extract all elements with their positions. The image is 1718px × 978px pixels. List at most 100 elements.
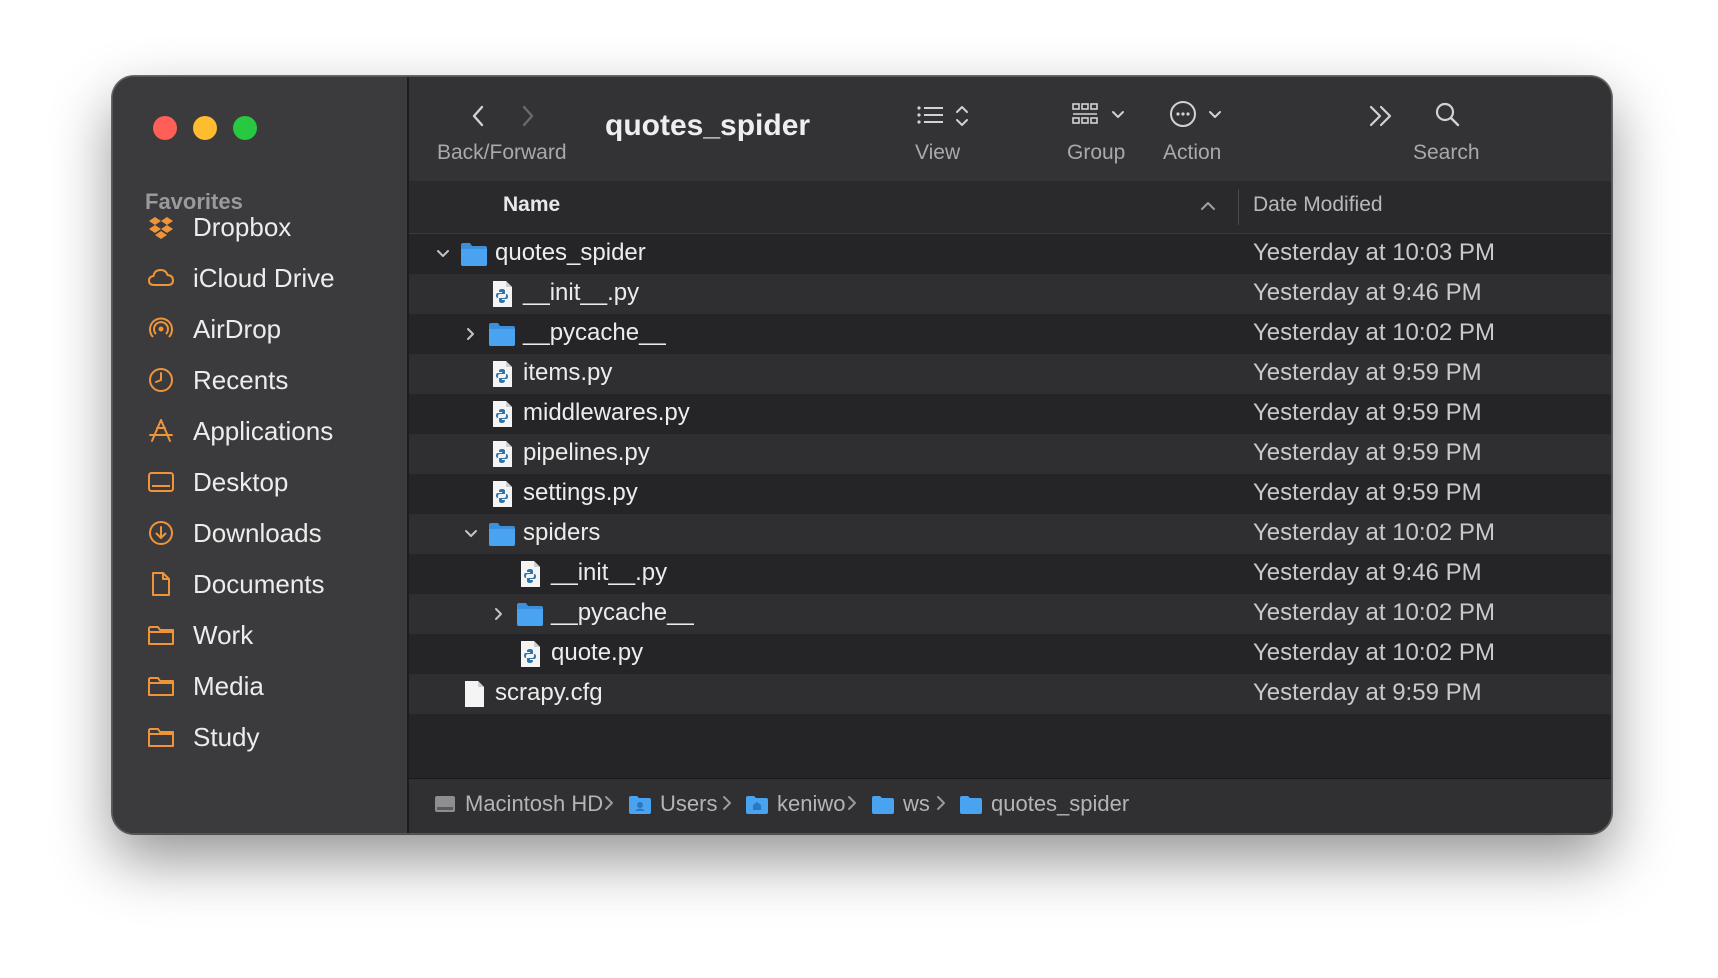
file-row[interactable]: quotes_spider Yesterday at 10:03 PM — [409, 234, 1611, 274]
sidebar-item-airdrop[interactable]: AirDrop — [113, 305, 407, 353]
minimize-button[interactable] — [193, 116, 217, 140]
sidebar-item-icloud-drive[interactable]: iCloud Drive — [113, 254, 407, 302]
action-label: Action — [1163, 141, 1222, 164]
file-name: __init__.py — [551, 559, 668, 586]
sort-ascending-icon — [1201, 202, 1215, 210]
file-name: spiders — [523, 519, 601, 546]
document-icon — [152, 572, 170, 596]
folder-icon — [148, 677, 174, 696]
back-forward-label: Back/Forward — [437, 141, 567, 164]
close-button[interactable] — [153, 116, 177, 140]
breadcrumb-item[interactable]: quotes_spider — [959, 791, 1129, 817]
file-date-modified: Yesterday at 9:59 PM — [1253, 479, 1482, 506]
sidebar-item-dropbox[interactable]: Dropbox — [113, 203, 407, 251]
chevron-right-icon[interactable] — [463, 326, 479, 342]
breadcrumb-label: Macintosh HD — [465, 791, 604, 816]
file-date-modified: Yesterday at 9:46 PM — [1253, 559, 1482, 586]
date-modified-column-header[interactable]: Date Modified — [1253, 193, 1383, 217]
list-view-icon[interactable] — [915, 103, 975, 131]
file-name: scrapy.cfg — [495, 679, 603, 706]
sidebar-item-label: Applications — [193, 416, 334, 446]
python-file-icon — [493, 401, 512, 427]
file-row[interactable]: settings.py Yesterday at 9:59 PM — [409, 474, 1611, 514]
sidebar-item-recents[interactable]: Recents — [113, 356, 407, 404]
back-button[interactable] — [469, 103, 489, 129]
file-row[interactable]: spiders Yesterday at 10:02 PM — [409, 514, 1611, 554]
main-area: Back/Forward quotes_spider View Group Ac… — [409, 77, 1611, 833]
action-icon[interactable] — [1169, 99, 1233, 131]
sidebar-item-label: Desktop — [193, 467, 289, 497]
applications-icon — [149, 419, 173, 442]
file-date-modified: Yesterday at 10:03 PM — [1253, 239, 1495, 266]
sidebar-item-documents[interactable]: Documents — [113, 560, 407, 608]
file-date-modified: Yesterday at 9:59 PM — [1253, 399, 1482, 426]
breadcrumb-label: quotes_spider — [991, 791, 1130, 816]
file-date-modified: Yesterday at 10:02 PM — [1253, 639, 1495, 666]
file-row[interactable]: items.py Yesterday at 9:59 PM — [409, 354, 1611, 394]
group-icon[interactable] — [1071, 101, 1131, 131]
sidebar-item-media[interactable]: Media — [113, 662, 407, 710]
airdrop-icon — [149, 317, 173, 338]
file-name: __pycache__ — [523, 319, 666, 346]
sidebar-item-label: Documents — [193, 569, 325, 599]
sidebar-item-label: AirDrop — [193, 314, 282, 344]
finder-window: Favorites Dropbox iCloud Drive AirDrop R… — [112, 76, 1612, 834]
file-date-modified: Yesterday at 10:02 PM — [1253, 599, 1495, 626]
breadcrumb-item[interactable]: Macintosh HD — [433, 791, 603, 817]
breadcrumb-label: Users — [660, 791, 718, 816]
sidebar-item-desktop[interactable]: Desktop — [113, 458, 407, 506]
file-row[interactable]: __pycache__ Yesterday at 10:02 PM — [409, 594, 1611, 634]
file-row[interactable]: __init__.py Yesterday at 9:46 PM — [409, 554, 1611, 594]
file-date-modified: Yesterday at 9:59 PM — [1253, 679, 1482, 706]
sidebar-item-label: Study — [193, 722, 260, 752]
sidebar-item-label: iCloud Drive — [193, 263, 335, 293]
chevron-down-icon[interactable] — [435, 246, 451, 262]
chevron-right-icon — [723, 796, 731, 810]
file-list: quotes_spider Yesterday at 10:03 PM __init… — [409, 234, 1611, 714]
file-row[interactable]: middlewares.py Yesterday at 9:59 PM — [409, 394, 1611, 434]
column-header: Name Date Modified — [409, 181, 1611, 234]
folder-icon — [517, 603, 543, 626]
python-file-icon — [493, 481, 512, 507]
chevron-right-icon — [605, 796, 613, 810]
forward-button[interactable] — [517, 103, 537, 129]
toolbar: Back/Forward quotes_spider View Group Ac… — [409, 77, 1611, 182]
sidebar-item-study[interactable]: Study — [113, 713, 407, 761]
view-label: View — [915, 141, 961, 164]
sidebar-item-downloads[interactable]: Downloads — [113, 509, 407, 557]
folder-icon — [489, 323, 515, 346]
chevron-down-icon[interactable] — [463, 526, 479, 542]
chevron-right-icon[interactable] — [491, 606, 507, 622]
path-bar: Macintosh HD Users keniwo ws quotes_spider — [409, 778, 1611, 833]
file-row[interactable]: __pycache__ Yesterday at 10:02 PM — [409, 314, 1611, 354]
folder-icon — [960, 796, 982, 814]
name-column-header[interactable]: Name — [503, 193, 560, 217]
sidebar-item-label: Dropbox — [193, 212, 292, 242]
breadcrumb-item[interactable]: keniwo — [745, 791, 845, 817]
column-divider[interactable] — [1238, 189, 1239, 225]
sidebar-item-applications[interactable]: Applications — [113, 407, 407, 455]
file-name: items.py — [523, 359, 613, 386]
home-folder-icon — [746, 796, 768, 814]
chevron-double-right-icon[interactable] — [1367, 103, 1395, 129]
file-row[interactable]: __init__.py Yesterday at 9:46 PM — [409, 274, 1611, 314]
breadcrumb-item[interactable]: ws — [871, 791, 930, 817]
file-row[interactable]: quote.py Yesterday at 10:02 PM — [409, 634, 1611, 674]
folder-icon — [489, 523, 515, 546]
clock-icon — [149, 368, 173, 392]
file-row[interactable]: pipelines.py Yesterday at 9:59 PM — [409, 434, 1611, 474]
chevron-right-icon — [848, 796, 856, 810]
file-name: pipelines.py — [523, 439, 650, 466]
breadcrumb-item[interactable]: Users — [628, 791, 717, 817]
folder-icon — [872, 796, 894, 814]
search-icon[interactable] — [1434, 101, 1462, 129]
folder-icon — [148, 626, 174, 645]
file-date-modified: Yesterday at 9:46 PM — [1253, 279, 1482, 306]
zoom-button[interactable] — [233, 116, 257, 140]
sidebar-item-label: Media — [193, 671, 264, 701]
file-row[interactable]: scrapy.cfg Yesterday at 9:59 PM — [409, 674, 1611, 714]
sidebar-item-work[interactable]: Work — [113, 611, 407, 659]
file-date-modified: Yesterday at 9:59 PM — [1253, 359, 1482, 386]
file-date-modified: Yesterday at 9:59 PM — [1253, 439, 1482, 466]
chevron-right-icon — [937, 796, 945, 810]
